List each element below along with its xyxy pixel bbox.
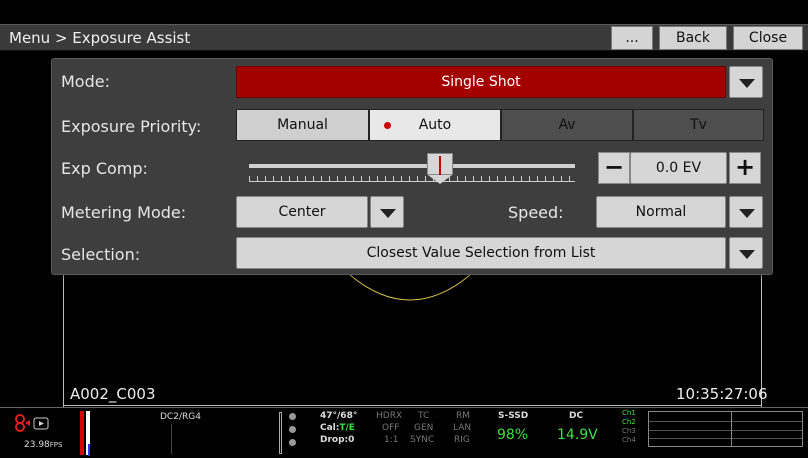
- look-label: DC2/RG4: [160, 412, 201, 422]
- selected-dot-icon: [384, 122, 391, 129]
- status-bar: 23.98FPS DC2/RG4 47°/68° Cal:T/E Drop:0 …: [0, 407, 808, 458]
- metering-mode-label: Metering Mode:: [61, 203, 187, 222]
- hdrx-sub: 1:1: [384, 435, 399, 445]
- audio-meter-marker: [731, 412, 732, 446]
- mode-select[interactable]: Single Shot: [236, 66, 726, 98]
- priority-tv[interactable]: Tv: [633, 109, 764, 141]
- drop-frames: Drop:0: [320, 435, 355, 445]
- slider-thumb-tip: [428, 175, 452, 184]
- selection-dropdown-button[interactable]: [729, 237, 763, 269]
- channel-2: Ch2: [622, 418, 636, 426]
- speed-select[interactable]: Normal: [596, 196, 726, 228]
- exp-comp-slider-track[interactable]: [249, 164, 575, 168]
- hdrx-value: OFF: [382, 423, 400, 433]
- back-button[interactable]: Back: [659, 26, 727, 50]
- histogram-divider: [171, 424, 172, 454]
- audio-meters-panel: [648, 411, 803, 447]
- speed-label: Speed:: [508, 203, 564, 222]
- tc-sub: SYNC: [410, 435, 435, 445]
- media-label: S-SSD: [498, 411, 529, 421]
- audio-meter-level: [88, 444, 90, 456]
- minus-button[interactable]: −: [598, 152, 630, 184]
- exposure-priority-label: Exposure Priority:: [61, 117, 202, 136]
- mode-label: Mode:: [61, 72, 110, 91]
- plus-button[interactable]: +: [729, 152, 761, 184]
- audio-meter-row-2: [649, 430, 802, 431]
- priority-av[interactable]: Av: [501, 109, 633, 141]
- channel-4: Ch4: [622, 436, 636, 444]
- metering-mode-select[interactable]: Center: [236, 196, 368, 228]
- rm-sub: RIG: [454, 435, 470, 445]
- exp-comp-value: 0.0 EV: [630, 152, 727, 184]
- metering-dropdown-button[interactable]: [370, 196, 404, 228]
- temperature: 47°/68°: [320, 411, 358, 421]
- tc-label: TC: [418, 411, 430, 421]
- channel-3: Ch3: [622, 427, 636, 435]
- speed-dropdown-button[interactable]: [729, 196, 763, 228]
- priority-manual[interactable]: Manual: [236, 109, 369, 141]
- selection-label: Selection:: [61, 245, 141, 264]
- hdrx-label: HDRX: [376, 411, 403, 421]
- mode-dropdown-button[interactable]: [729, 66, 763, 98]
- priority-auto[interactable]: Auto: [369, 109, 501, 141]
- status-bracket: [279, 412, 282, 454]
- more-button[interactable]: ...: [611, 26, 653, 50]
- indicator-dot-2: [289, 426, 296, 433]
- tc-value: GEN: [414, 423, 434, 433]
- selection-select[interactable]: Closest Value Selection from List: [236, 237, 726, 269]
- rm-label: RM: [456, 411, 471, 421]
- frame-guide-bottom: [63, 405, 762, 406]
- exp-comp-slider-thumb[interactable]: [427, 153, 453, 178]
- priority-auto-label: Auto: [418, 117, 452, 133]
- media-value: 98%: [497, 427, 529, 443]
- audio-meter-left: [80, 411, 84, 455]
- focus-circle-icon: [349, 274, 471, 301]
- camera-icon: [15, 414, 49, 432]
- rm-value: LAN: [453, 423, 472, 433]
- breadcrumb: Menu > Exposure Assist: [9, 29, 191, 47]
- audio-meter-row-1: [649, 421, 802, 422]
- power-value: 14.9V: [557, 427, 598, 443]
- timecode: 10:35:27:06: [676, 385, 768, 403]
- exp-comp-slider-ticks: [249, 176, 575, 182]
- calibration: Cal:T/E: [320, 423, 355, 433]
- channel-1: Ch1: [622, 409, 636, 417]
- fps-value: 23.98FPS: [24, 440, 63, 450]
- title-bar: Menu > Exposure Assist ... Back Close: [0, 24, 808, 51]
- clip-name: A002_C003: [70, 385, 156, 403]
- audio-meter-row-3: [649, 438, 802, 439]
- close-button[interactable]: Close: [733, 26, 803, 50]
- exp-comp-label: Exp Comp:: [61, 159, 148, 178]
- indicator-dot-1: [289, 413, 296, 420]
- indicator-dot-3: [289, 439, 296, 446]
- power-label: DC: [569, 411, 584, 421]
